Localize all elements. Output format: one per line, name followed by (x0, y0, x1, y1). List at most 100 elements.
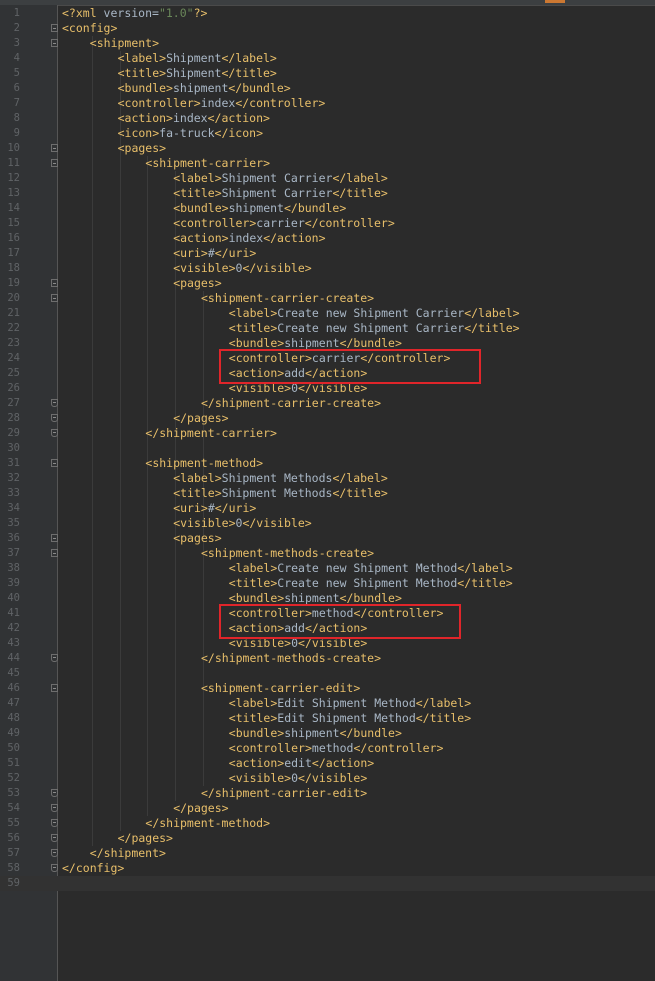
code-text: <shipment> (90, 36, 159, 51)
code-line[interactable]: 47 <label>Edit Shipment Method</label> (0, 696, 655, 711)
code-text: <controller>carrier</controller> (173, 216, 395, 231)
fold-collapse-icon[interactable] (51, 549, 58, 557)
code-line[interactable]: 2 <config> (0, 21, 655, 36)
fold-collapse-icon[interactable] (51, 459, 58, 467)
code-line[interactable]: 5 <title>Shipment</title> (0, 66, 655, 81)
code-line[interactable]: 18 <visible>0</visible> (0, 261, 655, 276)
code-line[interactable]: 14 <bundle>shipment</bundle> (0, 201, 655, 216)
code-line[interactable]: 37 <shipment-methods-create> (0, 546, 655, 561)
fold-end-icon[interactable] (51, 789, 58, 797)
code-line[interactable]: 56 </pages> (0, 831, 655, 846)
code-line[interactable]: 48 <title>Edit Shipment Method</title> (0, 711, 655, 726)
xml-tag: </action> (311, 756, 375, 770)
code-line[interactable]: 15 <controller>carrier</controller> (0, 216, 655, 231)
fold-end-icon[interactable] (51, 414, 58, 422)
code-text: <uri>#</uri> (173, 246, 256, 261)
code-line[interactable]: 6 <bundle>shipment</bundle> (0, 81, 655, 96)
xml-text: Create new Shipment Carrier (277, 321, 465, 335)
code-line[interactable]: 35 <visible>0</visible> (0, 516, 655, 531)
code-text: <shipment-methods-create> (201, 546, 374, 561)
code-line[interactable]: 45 (0, 666, 655, 681)
code-line[interactable]: 9 <icon>fa-truck</icon> (0, 126, 655, 141)
code-line[interactable]: 11 <shipment-carrier> (0, 156, 655, 171)
code-line[interactable]: 29 </shipment-carrier> (0, 426, 655, 441)
code-line[interactable]: 49 <bundle>shipment</bundle> (0, 726, 655, 741)
xml-tag: </bundle> (283, 201, 347, 215)
xml-tag: </controller> (353, 741, 444, 755)
code-line[interactable]: 54 </pages> (0, 801, 655, 816)
code-line[interactable]: 46 <shipment-carrier-edit> (0, 681, 655, 696)
code-line[interactable]: 53 </shipment-carrier-edit> (0, 786, 655, 801)
fold-end-icon[interactable] (51, 834, 58, 842)
code-line[interactable]: 1 <?xml version="1.0"?> (0, 6, 655, 21)
fold-end-icon[interactable] (51, 654, 58, 662)
fold-end-icon[interactable] (51, 819, 58, 827)
code-line[interactable]: 4 <label>Shipment</label> (0, 51, 655, 66)
code-line[interactable]: 19 <pages> (0, 276, 655, 291)
code-line[interactable]: 44 </shipment-methods-create> (0, 651, 655, 666)
code-line[interactable]: 7 <controller>index</controller> (0, 96, 655, 111)
code-text: </shipment-carrier> (145, 426, 277, 441)
line-number: 36 (7, 532, 20, 544)
code-line[interactable]: 58 </config> (0, 861, 655, 876)
fold-end-icon[interactable] (51, 399, 58, 407)
line-number: 9 (13, 127, 20, 139)
fold-collapse-icon[interactable] (51, 39, 58, 47)
fold-collapse-icon[interactable] (51, 159, 58, 167)
line-number: 50 (7, 742, 20, 754)
code-line[interactable]: 21 <label>Create new Shipment Carrier</la… (0, 306, 655, 321)
code-line[interactable]: 50 <controller>method</controller> (0, 741, 655, 756)
code-line[interactable]: 16 <action>index</action> (0, 231, 655, 246)
code-line[interactable]: 59 (0, 876, 655, 891)
fold-collapse-icon[interactable] (51, 279, 58, 287)
code-line[interactable]: 8 <action>index</action> (0, 111, 655, 126)
fold-collapse-icon[interactable] (51, 144, 58, 152)
code-line[interactable]: 39 <title>Create new Shipment Method</tit… (0, 576, 655, 591)
xml-tag: <title> (117, 66, 167, 80)
code-text: <shipment-carrier> (145, 156, 270, 171)
code-line[interactable]: 32 <label>Shipment Methods</label> (0, 471, 655, 486)
code-line[interactable]: 52 <visible>0</visible> (0, 771, 655, 786)
line-number: 27 (7, 397, 20, 409)
code-line[interactable]: 3 <shipment> (0, 36, 655, 51)
code-line[interactable]: 30 (0, 441, 655, 456)
xml-tag: </bundle> (339, 336, 402, 350)
code-line[interactable]: 57 </shipment> (0, 846, 655, 861)
fold-end-icon[interactable] (51, 804, 58, 812)
xml-tag: </pages> (173, 801, 229, 815)
code-line[interactable]: 27 </shipment-carrier-create> (0, 396, 655, 411)
code-line[interactable]: 22 <title>Create new Shipment Carrier</ti… (0, 321, 655, 336)
code-text: <label>Shipment</label> (118, 51, 277, 66)
code-line[interactable]: 51 <action>edit</action> (0, 756, 655, 771)
code-line[interactable]: 31 <shipment-method> (0, 456, 655, 471)
code-text: <label>Create new Shipment Carrier</labe… (229, 306, 520, 321)
xml-tag: </bundle> (339, 591, 402, 605)
code-line[interactable]: 17 <uri>#</uri> (0, 246, 655, 261)
fold-end-icon[interactable] (51, 849, 58, 857)
fold-collapse-icon[interactable] (51, 24, 58, 32)
code-text: </pages> (118, 831, 173, 846)
xml-tag: <icon> (117, 126, 160, 140)
code-line[interactable]: 28 </pages> (0, 411, 655, 426)
xml-attr-value: "1.0" (158, 6, 194, 20)
fold-end-icon[interactable] (51, 429, 58, 437)
fold-collapse-icon[interactable] (51, 684, 58, 692)
code-line[interactable]: 55 </shipment-method> (0, 816, 655, 831)
code-line[interactable]: 36 <pages> (0, 531, 655, 546)
fold-collapse-icon[interactable] (51, 534, 58, 542)
code-line[interactable]: 10 <pages> (0, 141, 655, 156)
line-number: 28 (7, 412, 20, 424)
code-line[interactable]: 33 <title>Shipment Methods</title> (0, 486, 655, 501)
line-number: 49 (7, 727, 20, 739)
code-line[interactable]: 38 <label>Create new Shipment Method</lab… (0, 561, 655, 576)
code-line[interactable]: 13 <title>Shipment Carrier</title> (0, 186, 655, 201)
code-text: <label>Shipment Carrier</label> (173, 171, 388, 186)
code-editor[interactable]: 1 <?xml version="1.0"?> 2 <config> 3 <shipmen… (0, 0, 655, 981)
xml-text: Shipment Carrier (221, 186, 333, 200)
code-line[interactable]: 12 <label>Shipment Carrier</label> (0, 171, 655, 186)
fold-end-icon[interactable] (51, 864, 58, 872)
code-line[interactable]: 20 <shipment-carrier-create> (0, 291, 655, 306)
code-line[interactable]: 34 <uri>#</uri> (0, 501, 655, 516)
fold-collapse-icon[interactable] (51, 294, 58, 302)
xml-tag: <bundle> (228, 726, 285, 740)
